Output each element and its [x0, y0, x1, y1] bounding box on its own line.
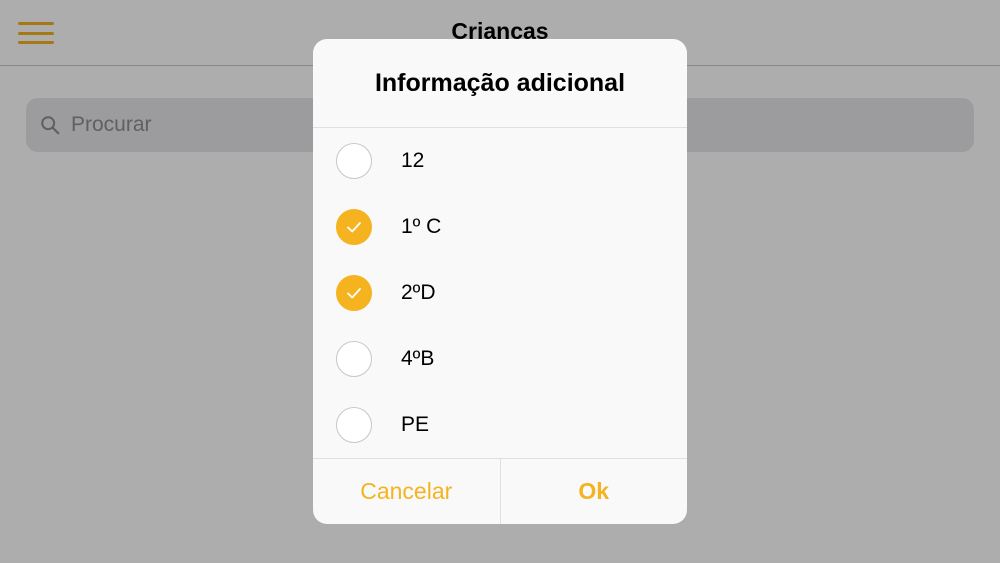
checkmark-icon[interactable]: [336, 209, 372, 245]
option-label: PE: [401, 413, 430, 436]
cancel-button[interactable]: Cancelar: [313, 459, 501, 524]
option-label: 2ºD: [401, 281, 436, 304]
option-label: 1º C: [401, 215, 442, 238]
ok-button[interactable]: Ok: [501, 459, 688, 524]
option-label: 12: [401, 149, 425, 172]
option-row[interactable]: 12: [313, 128, 687, 194]
option-label: 4ºB: [401, 347, 435, 370]
additional-info-dialog: Informação adicional 12 1º C 2ºD 4ºB PE …: [313, 39, 687, 524]
checkbox-circle-icon[interactable]: [336, 407, 372, 443]
options-list: 12 1º C 2ºD 4ºB PE: [313, 128, 687, 458]
option-row[interactable]: PE: [313, 392, 687, 458]
dialog-actions: Cancelar Ok: [313, 459, 687, 524]
checkbox-circle-icon[interactable]: [336, 143, 372, 179]
option-row[interactable]: 1º C: [313, 194, 687, 260]
option-row[interactable]: 2ºD: [313, 260, 687, 326]
checkbox-circle-icon[interactable]: [336, 341, 372, 377]
checkmark-icon[interactable]: [336, 275, 372, 311]
dialog-title: Informação adicional: [374, 69, 626, 97]
option-row[interactable]: 4ºB: [313, 326, 687, 392]
